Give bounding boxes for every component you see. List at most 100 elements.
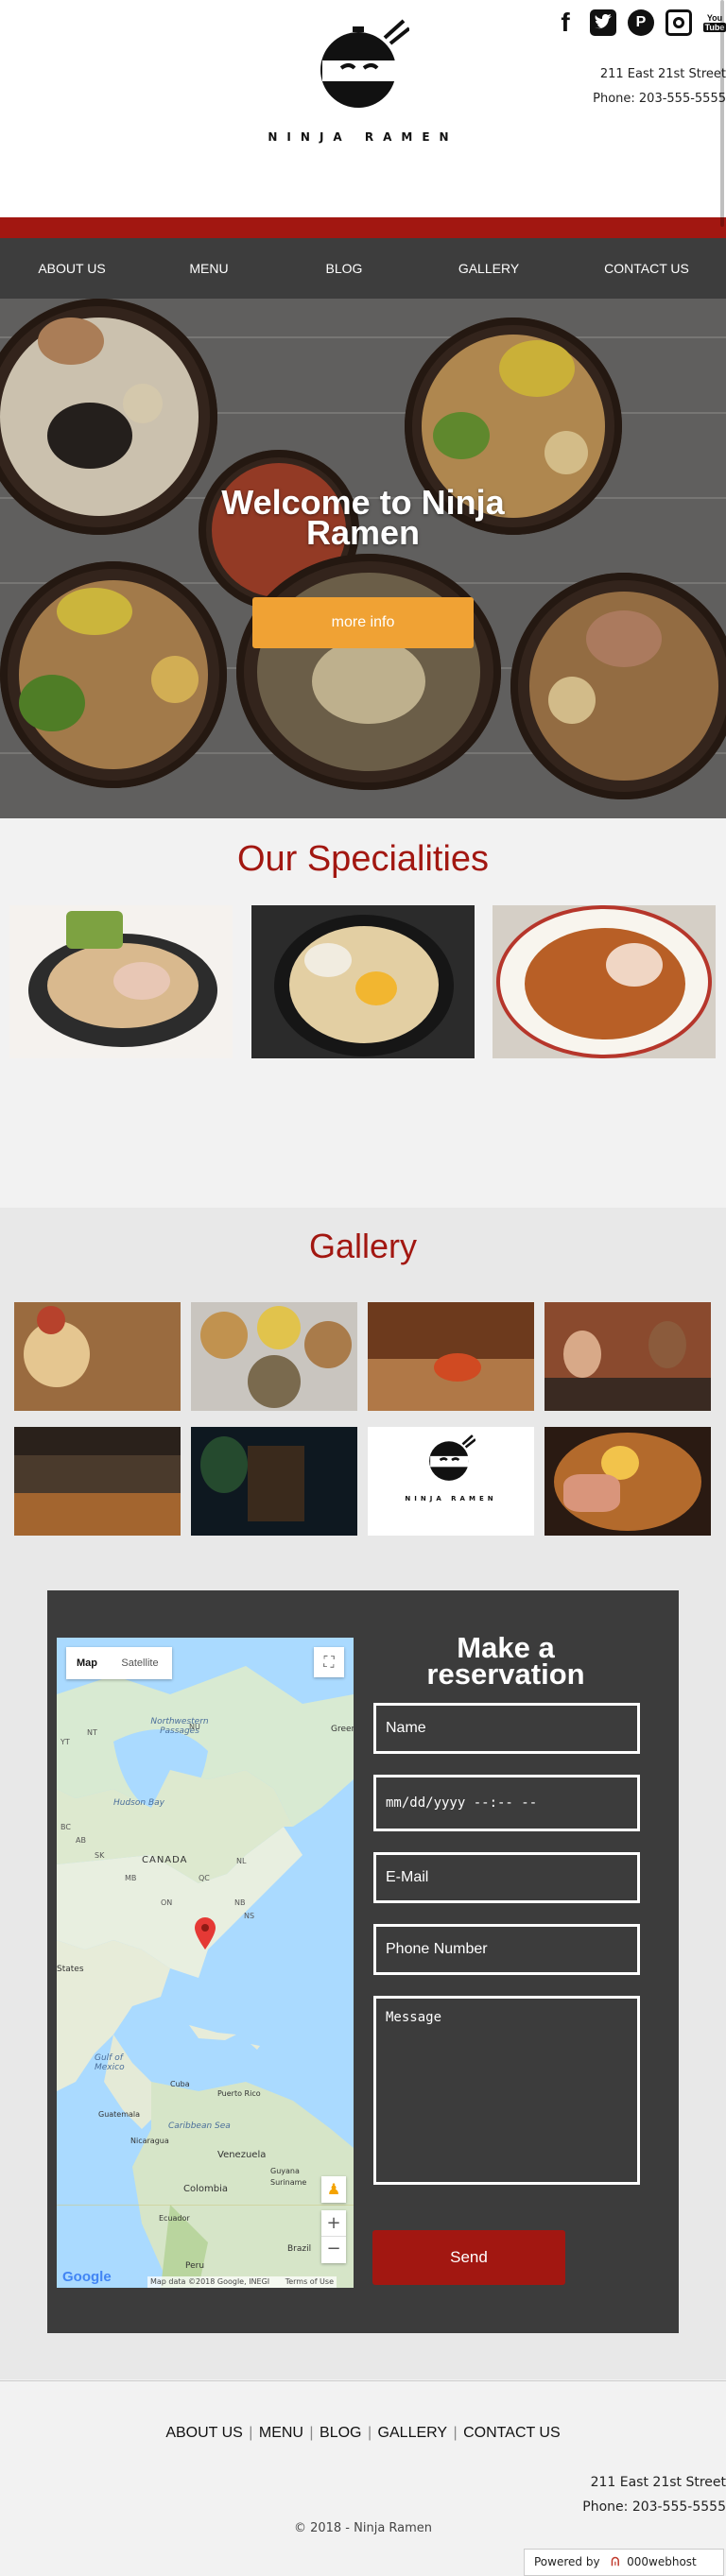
map-label: NU xyxy=(189,1723,200,1731)
footer-link-gallery[interactable]: GALLERY xyxy=(378,2425,448,2441)
twitter-icon[interactable] xyxy=(590,9,616,36)
map-label: NB xyxy=(234,1898,246,1907)
map-attribution: Map data ©2018 Google, INEGI Terms of Us… xyxy=(147,2276,337,2288)
pinterest-icon[interactable]: P xyxy=(628,9,654,36)
facebook-icon[interactable]: f xyxy=(552,8,579,37)
speciality-image[interactable] xyxy=(9,905,233,1058)
footer-nav: ABOUT US | MENU | BLOG | GALLERY | CONTA… xyxy=(165,2425,561,2441)
footer-link-about-us[interactable]: ABOUT US xyxy=(165,2425,243,2441)
gallery-image[interactable] xyxy=(191,1302,357,1411)
gallery-title: Gallery xyxy=(308,1227,418,1265)
map-label: Guyana xyxy=(270,2167,300,2175)
map-label: Venezuela xyxy=(217,2150,267,2160)
address-line: 211 East 21st Street xyxy=(599,67,726,81)
map-label: CANADA xyxy=(142,1855,188,1865)
gallery-image[interactable] xyxy=(544,1427,711,1536)
specialities-title: Our Specialities xyxy=(236,839,490,879)
hero-title: Welcome to Ninja Ramen xyxy=(221,483,505,552)
instagram-icon[interactable] xyxy=(666,9,692,36)
map-label: Brazil xyxy=(287,2244,312,2254)
map-label: Peru xyxy=(185,2261,205,2271)
map-label: Nicaragua xyxy=(130,2137,169,2145)
copyright: © 2018 - Ninja Ramen xyxy=(293,2521,433,2535)
map-label: Colombia xyxy=(183,2184,228,2194)
map-label: NT xyxy=(87,1728,97,1737)
footer-address: 211 East 21st Street Phone: 203-555-5555 xyxy=(582,2470,726,2519)
webhost-logo-icon: ᕬ xyxy=(611,2555,620,2568)
footer-link-contact-us[interactable]: CONTACT US xyxy=(463,2425,561,2441)
google-map[interactable]: Map Satellite ⛶ Northwestern Passages Gr… xyxy=(57,1638,354,2288)
map-label: States xyxy=(57,1965,84,1974)
gallery-image[interactable] xyxy=(368,1302,534,1411)
location-pin-icon[interactable] xyxy=(195,1917,216,1949)
page: NINJA RAMEN f P You Tube 211 East 21st St… xyxy=(0,0,726,2576)
speciality-image[interactable] xyxy=(493,905,716,1058)
send-button[interactable]: Send xyxy=(372,2230,565,2285)
brand-stripe xyxy=(0,217,726,238)
map-label: QC xyxy=(199,1874,210,1882)
street-view-pegman-icon[interactable]: ♟ xyxy=(321,2176,346,2203)
webhost-name: 000webhost xyxy=(627,2555,697,2568)
powered-by-text: Powered by xyxy=(534,2555,600,2568)
map-label: Caribbean Sea xyxy=(168,2121,231,2131)
map-type-control: Map Satellite xyxy=(66,1647,172,1679)
map-label: SK xyxy=(95,1851,105,1860)
ninja-logo-icon xyxy=(429,1434,475,1481)
nav-blog[interactable]: BLOG xyxy=(323,238,365,299)
nav-menu[interactable]: MENU xyxy=(185,238,233,299)
map-label: Cuba xyxy=(170,2080,190,2088)
header-address: 211 East 21st Street Phone: 203-555-5555 xyxy=(593,62,726,112)
nav-about-us[interactable]: ABOUT US xyxy=(36,238,108,299)
terms-of-use-link[interactable]: Terms of Use xyxy=(272,2277,334,2286)
map-label: NL xyxy=(236,1857,247,1865)
satellite-tab[interactable]: Satellite xyxy=(108,1647,172,1679)
fullscreen-icon[interactable]: ⛶ xyxy=(314,1647,344,1677)
gallery-image[interactable] xyxy=(14,1427,181,1536)
map-label: Suriname xyxy=(270,2178,307,2187)
logo-text: NINJA RAMEN xyxy=(268,130,458,144)
nav-contact-us[interactable]: CONTACT US xyxy=(601,238,692,299)
map-label: Northwestern Passages xyxy=(150,1717,209,1736)
main-nav: ABOUT US MENU BLOG GALLERY CONTACT US xyxy=(0,238,726,299)
site-header: NINJA RAMEN f P You Tube 211 East 21st St… xyxy=(0,0,726,217)
map-label: NS xyxy=(244,1912,255,1920)
zoom-control: + − xyxy=(321,2210,346,2263)
gallery-logo-text: NINJA RAMEN xyxy=(405,1495,497,1503)
footer-address-line: 211 East 21st Street xyxy=(590,2475,726,2490)
powered-by-badge[interactable]: Powered by ᕬ 000webhost xyxy=(524,2549,724,2576)
map-tab[interactable]: Map xyxy=(66,1647,108,1679)
footer-phone-line: Phone: 203-555-5555 xyxy=(582,2499,726,2515)
phone-line: Phone: 203-555-5555 xyxy=(593,92,726,106)
social-links: f P You Tube xyxy=(552,8,726,37)
map-label: Gulf of Mexico xyxy=(95,2053,125,2072)
map-label: Greenland xyxy=(331,1725,354,1734)
google-logo[interactable]: Google xyxy=(62,2269,112,2285)
more-info-button[interactable]: more info xyxy=(252,597,474,648)
zoom-in-button[interactable]: + xyxy=(321,2210,346,2237)
footer-divider xyxy=(0,2380,726,2381)
zoom-out-button[interactable]: − xyxy=(321,2237,346,2263)
gallery-image[interactable] xyxy=(191,1427,357,1536)
map-attribution-text: Map data ©2018 Google, INEGI xyxy=(150,2277,270,2286)
footer-link-menu[interactable]: MENU xyxy=(259,2425,303,2441)
gallery-image[interactable] xyxy=(14,1302,181,1411)
gallery-logo-image[interactable]: NINJA RAMEN xyxy=(368,1427,534,1536)
datetime-field[interactable]: mm/dd/yyyy --:-- -- xyxy=(373,1775,640,1831)
map-label: MB xyxy=(125,1874,137,1882)
name-field[interactable]: Name xyxy=(373,1703,640,1754)
email-field[interactable]: E-Mail xyxy=(373,1852,640,1903)
footer-link-blog[interactable]: BLOG xyxy=(320,2425,361,2441)
phone-field[interactable]: Phone Number xyxy=(373,1924,640,1975)
message-textarea[interactable]: Message xyxy=(373,1996,640,2185)
map-label: AB xyxy=(76,1836,86,1845)
scrollbar-thumb[interactable] xyxy=(720,0,724,227)
nav-gallery[interactable]: GALLERY xyxy=(458,238,520,299)
reservation-title: Make a reservation xyxy=(426,1631,585,1691)
speciality-image[interactable] xyxy=(251,905,475,1058)
map-label: Puerto Rico xyxy=(217,2089,261,2098)
ninja-logo-icon[interactable] xyxy=(315,19,409,113)
scrollbar[interactable] xyxy=(718,0,726,1786)
map-label: YT xyxy=(60,1738,70,1746)
gallery-image[interactable] xyxy=(544,1302,711,1411)
hero-banner: Welcome to Ninja Ramen more info xyxy=(0,299,726,818)
